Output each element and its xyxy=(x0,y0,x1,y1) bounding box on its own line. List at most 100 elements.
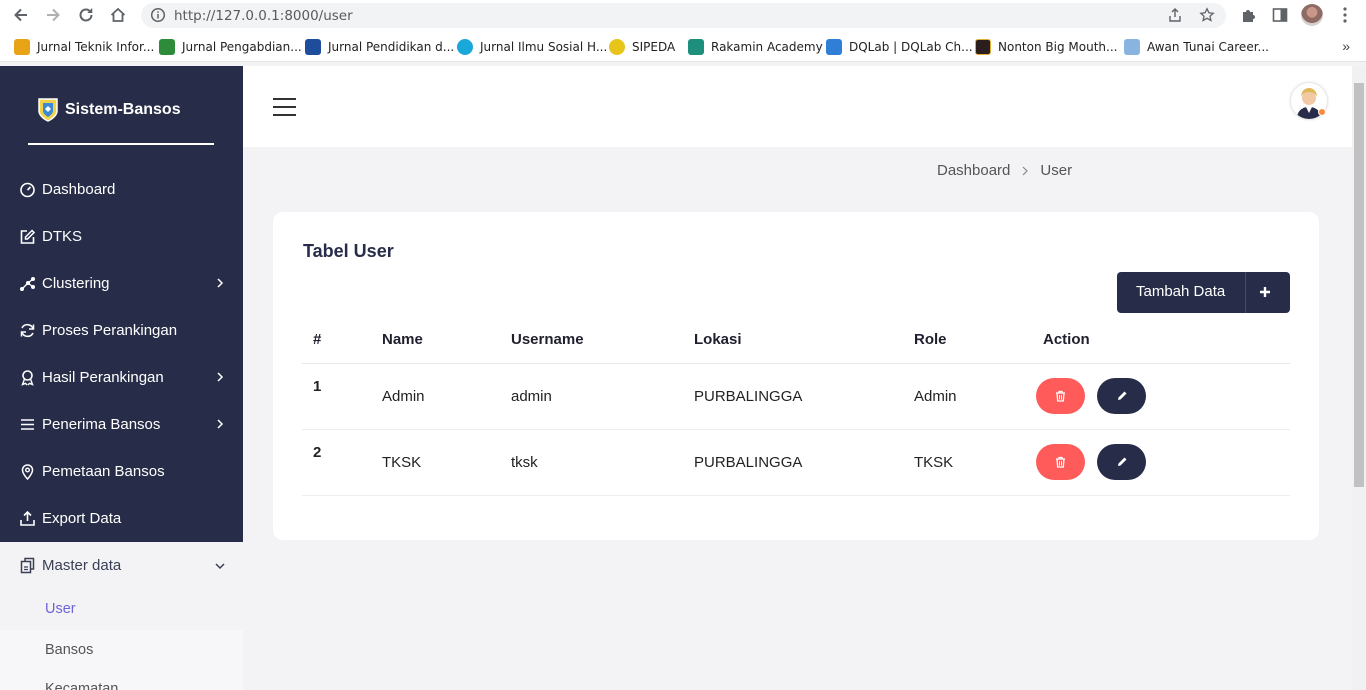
user-table: # Name Username Lokasi Role Action 1 Adm… xyxy=(302,317,1290,496)
sidebar-item-label: Dashboard xyxy=(42,180,116,198)
sidebar-subitem-kecamatan[interactable]: Kecamatan xyxy=(45,681,118,690)
bookmark-favicon-icon xyxy=(457,39,473,55)
cell-name: Admin xyxy=(371,363,500,430)
sidebar-item-master-data[interactable]: Master data xyxy=(0,542,243,589)
address-bar[interactable]: http://127.0.0.1:8000/user xyxy=(141,3,1226,28)
card-title: Tabel User xyxy=(303,241,394,261)
delete-button[interactable] xyxy=(1036,444,1085,480)
status-indicator xyxy=(1318,108,1326,116)
brand-name: Sistem-Bansos xyxy=(65,100,181,118)
info-icon[interactable] xyxy=(150,7,166,23)
breadcrumb-current: User xyxy=(1040,162,1073,179)
cell-role: TKSK xyxy=(903,429,1032,496)
cell-number: 2 xyxy=(302,429,371,496)
chevron-right-icon xyxy=(217,419,224,429)
trash-icon xyxy=(1056,456,1065,468)
sidebar-item-clustering[interactable]: Clustering xyxy=(0,261,243,305)
cell-number: 1 xyxy=(302,363,371,430)
bookmark-label: Jurnal Pendidikan d... xyxy=(328,40,455,54)
table-row: 1 Admin admin PURBALINGGA Admin xyxy=(302,363,1290,430)
app-header xyxy=(243,66,1352,147)
sidebar-item-dashboard[interactable]: Dashboard xyxy=(0,167,243,211)
sidebar-item-label: DTKS xyxy=(42,227,83,245)
brand[interactable]: Sistem-Bansos xyxy=(36,96,181,123)
button-divider xyxy=(1245,272,1246,313)
table-header-row: # Name Username Lokasi Role Action xyxy=(302,317,1290,364)
add-data-label: Tambah Data xyxy=(1136,283,1226,300)
sidebar-item-export-data[interactable]: Export Data xyxy=(0,496,243,540)
pencil-icon xyxy=(1117,391,1127,400)
column-header-name: Name xyxy=(371,317,500,364)
bookmark-item[interactable]: Awan Tunai Career... xyxy=(1124,39,1269,55)
chevron-right-icon xyxy=(217,372,224,382)
breadcrumb: Dashboard User xyxy=(937,162,1072,179)
share-icon[interactable] xyxy=(1167,7,1183,23)
breadcrumb-dashboard[interactable]: Dashboard xyxy=(937,162,1010,179)
side-panel-icon xyxy=(1272,8,1288,22)
edit-button[interactable] xyxy=(1097,444,1147,480)
sidebar-item-proses-perankingan[interactable]: Proses Perankingan xyxy=(0,308,243,352)
map-pin-icon xyxy=(21,463,34,480)
url-text[interactable]: http://127.0.0.1:8000/user xyxy=(174,8,353,24)
star-icon[interactable] xyxy=(1199,7,1215,23)
bookmark-label: Awan Tunai Career... xyxy=(1147,40,1269,54)
edit-button[interactable] xyxy=(1097,378,1147,414)
sidebar-item-pemetaan-bansos[interactable]: Pemetaan Bansos xyxy=(0,449,243,493)
column-header-role: Role xyxy=(903,317,1032,364)
cell-username: admin xyxy=(500,363,683,430)
add-data-button[interactable]: Tambah Data xyxy=(1117,272,1290,313)
bookmark-label: SIPEDA xyxy=(632,40,676,54)
bookmark-favicon-icon xyxy=(14,39,30,55)
forward-button[interactable] xyxy=(42,4,64,26)
column-header-username: Username xyxy=(500,317,683,364)
cell-username: tksk xyxy=(500,429,683,496)
chevron-right-icon xyxy=(1022,166,1029,175)
bookmark-label: Jurnal Pengabdian... xyxy=(182,40,302,54)
bookmark-item[interactable]: DQLab | DQLab Ch... xyxy=(826,39,973,55)
hamburger-menu-icon[interactable] xyxy=(273,97,296,117)
brand-divider xyxy=(28,143,214,145)
bookmark-item[interactable]: Jurnal Pengabdian... xyxy=(159,39,302,55)
bookmark-item[interactable]: Jurnal Teknik Infor... xyxy=(14,39,154,55)
bookmark-favicon-icon xyxy=(688,39,704,55)
sidebar-subitem-user[interactable]: User xyxy=(45,601,76,617)
trash-icon xyxy=(1056,390,1065,402)
sidebar-item-label: Clustering xyxy=(42,274,110,292)
extensions-button[interactable] xyxy=(1237,4,1259,26)
bookmark-item[interactable]: Jurnal Pendidikan d... xyxy=(305,39,454,55)
back-button[interactable] xyxy=(10,4,32,26)
plus-icon xyxy=(1260,287,1270,297)
sidebar-item-dtks[interactable]: DTKS xyxy=(0,214,243,258)
sidebar-item-penerima-bansos[interactable]: Penerima Bansos xyxy=(0,402,243,446)
sidebar: Sistem-Bansos Dashboard DTKS Clustering … xyxy=(0,66,243,690)
sidebar-item-hasil-perankingan[interactable]: Hasil Perankingan xyxy=(0,355,243,399)
profile-avatar[interactable] xyxy=(1301,4,1323,26)
user-table-card: Tabel User Tambah Data # Name Username L… xyxy=(273,212,1319,540)
bookmarks-more-button[interactable]: » xyxy=(1342,38,1350,54)
bookmark-item[interactable]: SIPEDA xyxy=(609,39,675,55)
browser-menu-button[interactable] xyxy=(1334,4,1356,26)
sidebar-subitem-bansos[interactable]: Bansos xyxy=(45,642,93,658)
home-button[interactable] xyxy=(107,4,129,26)
cell-lokasi: PURBALINGGA xyxy=(683,363,903,430)
bookmark-label: DQLab | DQLab Ch... xyxy=(849,40,973,54)
bookmark-favicon-icon xyxy=(826,39,842,55)
delete-button[interactable] xyxy=(1036,378,1085,414)
bookmark-favicon-icon xyxy=(305,39,321,55)
column-header-number: # xyxy=(302,317,371,364)
cell-action xyxy=(1032,429,1290,496)
reload-icon xyxy=(79,8,93,22)
sidebar-item-label: Penerima Bansos xyxy=(42,415,161,433)
bookmark-item[interactable]: Rakamin Academy xyxy=(688,39,823,55)
submenu-background xyxy=(0,630,243,690)
puzzle-icon xyxy=(1242,9,1255,22)
page-scrollbar[interactable] xyxy=(1352,66,1366,690)
scrollbar-thumb[interactable] xyxy=(1354,83,1364,487)
reload-button[interactable] xyxy=(75,4,97,26)
bookmark-item[interactable]: Nonton Big Mouth... xyxy=(975,39,1117,55)
side-panel-button[interactable] xyxy=(1269,4,1291,26)
bookmark-item[interactable]: Jurnal Ilmu Sosial H... xyxy=(457,39,607,55)
bookmark-favicon-icon xyxy=(159,39,175,55)
edit-icon xyxy=(20,228,36,244)
chevron-right-icon xyxy=(217,278,224,288)
